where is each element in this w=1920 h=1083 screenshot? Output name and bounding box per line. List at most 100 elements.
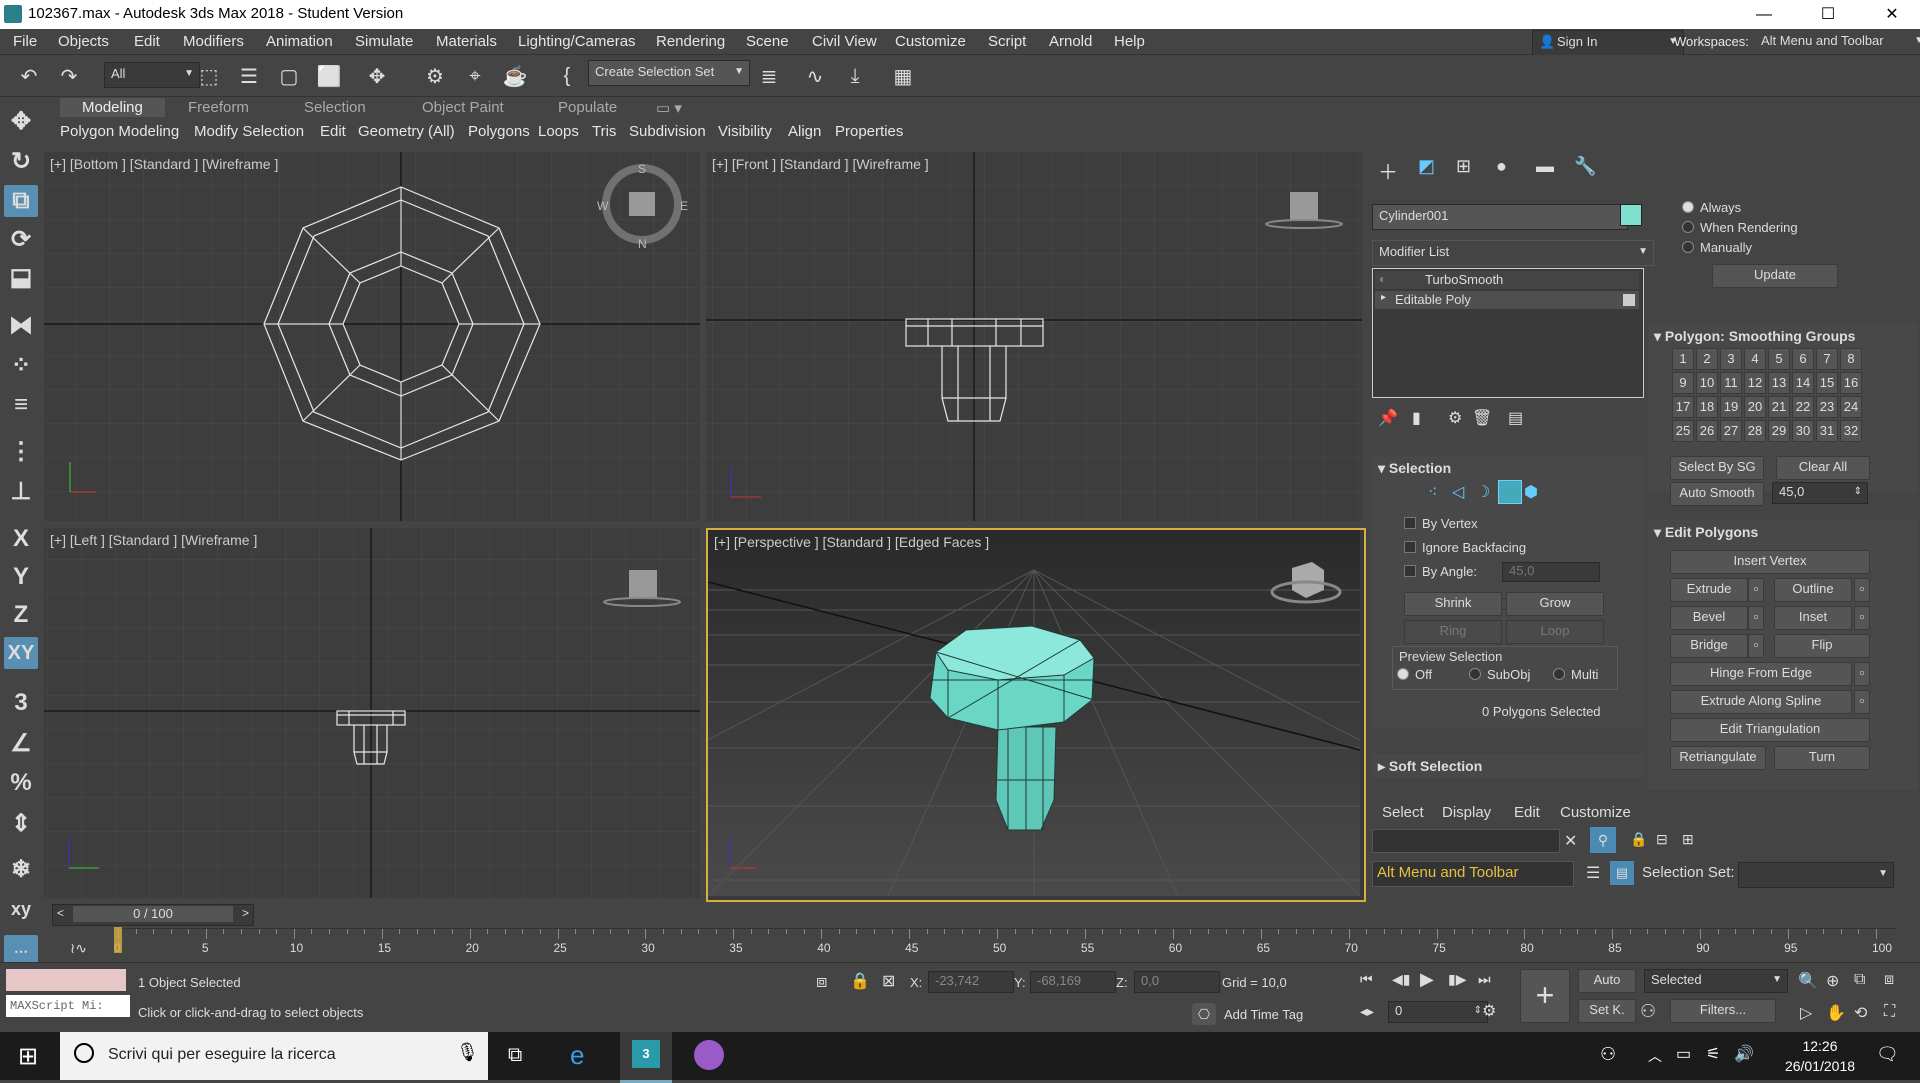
spinner-snap-icon[interactable]: ⇕	[4, 807, 38, 839]
rect-selection-icon[interactable]: ▢	[274, 62, 304, 90]
edge-mode-icon[interactable]: ◁	[1452, 482, 1464, 502]
smoothing-group-12[interactable]: 12	[1744, 372, 1766, 394]
isolate-selection-icon[interactable]: ⧈	[816, 971, 827, 992]
people-icon[interactable]: ⚇	[1600, 1044, 1616, 1065]
scene-explorer-search-input[interactable]	[1372, 829, 1560, 853]
hierarchy-icon[interactable]: ⊟	[1656, 831, 1668, 848]
time-slider-prev[interactable]: <	[57, 906, 64, 920]
smoothing-group-8[interactable]: 8	[1840, 348, 1862, 370]
curve-editor-icon[interactable]: ∿	[800, 62, 830, 90]
move-icon[interactable]: ✥	[4, 105, 38, 137]
subtab-tris[interactable]: Tris	[592, 123, 616, 140]
smoothing-group-3[interactable]: 3	[1720, 348, 1742, 370]
angle-snap-icon[interactable]: ⌖	[460, 62, 490, 90]
orbit-icon[interactable]: ⟲	[1854, 1003, 1867, 1023]
preview-subobj-radio[interactable]: SubObj	[1469, 667, 1530, 682]
bevel-button[interactable]: Bevel	[1670, 606, 1748, 630]
vertex-mode-icon[interactable]: ⁖	[1428, 482, 1437, 502]
axis-xy-button[interactable]: XY	[4, 637, 38, 669]
tab-modeling[interactable]: Modeling	[60, 98, 165, 117]
turn-button[interactable]: Turn	[1774, 746, 1870, 770]
viewport-bottom[interactable]: [+] [Bottom ] [Standard ] [Wireframe ] S…	[44, 152, 700, 521]
action-center-icon[interactable]: 🗨	[1876, 1044, 1899, 1065]
smoothing-group-14[interactable]: 14	[1792, 372, 1814, 394]
set-key-button[interactable]: Set K.	[1578, 999, 1636, 1023]
menu-scene[interactable]: Scene	[746, 33, 789, 50]
smoothing-group-15[interactable]: 15	[1816, 372, 1838, 394]
windows-start-icon[interactable]: ⊞	[18, 1042, 38, 1071]
mirror-icon[interactable]: ⧓	[4, 309, 38, 341]
subtab-subdivision[interactable]: Subdivision	[629, 123, 706, 140]
update-always-radio[interactable]: Always	[1682, 200, 1741, 215]
eye-icon[interactable]: ◐	[1379, 272, 1386, 286]
smoothing-group-6[interactable]: 6	[1792, 348, 1814, 370]
tab-object-paint[interactable]: Object Paint	[422, 99, 504, 116]
zoom-all-icon[interactable]: ⊕	[1826, 971, 1839, 991]
tab-selection[interactable]: Selection	[304, 99, 366, 116]
inset-settings-button[interactable]: ▫	[1854, 606, 1870, 630]
menu-modifiers[interactable]: Modifiers	[183, 33, 244, 50]
undo-icon[interactable]: ↶	[14, 62, 44, 90]
smoothing-group-10[interactable]: 10	[1696, 372, 1718, 394]
viewport-left-label[interactable]: [+] [Left ] [Standard ] [Wireframe ]	[50, 532, 257, 548]
redo-icon[interactable]: ↷	[54, 62, 84, 90]
scene-explorer-select-menu[interactable]: Select	[1382, 804, 1424, 821]
retriangulate-button[interactable]: Retriangulate	[1670, 746, 1766, 770]
auto-key-button[interactable]: Auto	[1578, 969, 1636, 993]
axis-z-button[interactable]: Z	[4, 599, 38, 631]
by-angle-spinner[interactable]: 45,0	[1502, 562, 1600, 582]
lock-icon[interactable]: 🔒	[1630, 831, 1647, 848]
viewport-perspective[interactable]: [+] [Perspective ] [Standard ] [Edged Fa…	[706, 528, 1366, 902]
network-icon[interactable]: ⚟	[1706, 1044, 1720, 1064]
extrude-spline-settings-button[interactable]: ▫	[1854, 690, 1870, 714]
grow-button[interactable]: Grow	[1506, 592, 1604, 616]
subtab-polygons[interactable]: Polygons	[468, 123, 530, 140]
align-icon[interactable]: ≡	[4, 389, 38, 421]
smoothing-group-1[interactable]: 1	[1672, 348, 1694, 370]
smoothing-group-4[interactable]: 4	[1744, 348, 1766, 370]
time-slider-next[interactable]: >	[242, 906, 249, 920]
xy-coord-icon[interactable]: xy	[4, 893, 38, 925]
smoothing-group-16[interactable]: 16	[1840, 372, 1862, 394]
remove-modifier-icon[interactable]: 🗑	[1472, 408, 1492, 428]
stack-item-toggle[interactable]	[1623, 294, 1635, 306]
maxscript-listener[interactable]	[6, 969, 126, 991]
modifier-list-dropdown[interactable]: Modifier List ▼	[1372, 240, 1654, 266]
pivot-icon[interactable]: ⬓	[4, 261, 38, 293]
tab-populate[interactable]: Populate	[558, 99, 617, 116]
axis-y-button[interactable]: Y	[4, 561, 38, 593]
smoothing-group-28[interactable]: 28	[1744, 420, 1766, 442]
battery-icon[interactable]: ▭	[1676, 1044, 1691, 1064]
stack-item-editable-poly[interactable]: ▸ Editable Poly	[1375, 291, 1639, 309]
minimize-button[interactable]: —	[1736, 0, 1792, 29]
current-frame-field[interactable]: 0 ⇕	[1388, 1001, 1488, 1023]
selection-filter-dropdown[interactable]: All ▼	[104, 62, 200, 88]
volume-icon[interactable]: 🔊	[1734, 1044, 1754, 1064]
auto-smooth-spinner[interactable]: 45,0 ⇕	[1772, 482, 1868, 504]
maxscript-mini-input[interactable]: MAXScript Mi:	[6, 995, 130, 1017]
schematic-view-icon[interactable]: ⤓	[840, 62, 870, 90]
subtab-properties[interactable]: Properties	[835, 123, 903, 140]
outline-settings-button[interactable]: ▫	[1854, 578, 1870, 602]
sign-in-dropdown[interactable]: 👤 Sign In ▼	[1532, 30, 1684, 56]
set-key-big-button[interactable]: +	[1520, 969, 1570, 1023]
current-frame-marker[interactable]	[114, 927, 122, 953]
select-by-sg-button[interactable]: Select By SG	[1670, 456, 1764, 480]
close-button[interactable]: ✕	[1864, 0, 1920, 29]
subtab-loops[interactable]: Loops	[538, 123, 579, 140]
maximize-viewport-icon[interactable]: ⛶	[1884, 1003, 1895, 1021]
smoothing-group-5[interactable]: 5	[1768, 348, 1790, 370]
viewport-front[interactable]: [+] [Front ] [Standard ] [Wireframe ]	[706, 152, 1362, 521]
ring-button[interactable]: Ring	[1404, 620, 1502, 644]
absolute-mode-icon[interactable]: ⊠	[882, 971, 895, 991]
material-editor-icon[interactable]: ▦	[888, 62, 918, 90]
display-tab-icon[interactable]: ▬	[1536, 156, 1554, 177]
bridge-settings-button[interactable]: ▫	[1748, 634, 1764, 658]
smoothing-group-25[interactable]: 25	[1672, 420, 1694, 442]
preview-off-radio[interactable]: Off	[1397, 667, 1432, 682]
goto-end-icon[interactable]: ⏭	[1478, 971, 1491, 988]
scene-explorer-customize-menu[interactable]: Customize	[1560, 804, 1631, 821]
goto-start-icon[interactable]: ⏮	[1360, 971, 1373, 988]
scale-icon[interactable]: ⧉	[4, 185, 38, 217]
prev-frame-icon[interactable]: ◀▮	[1392, 971, 1410, 988]
